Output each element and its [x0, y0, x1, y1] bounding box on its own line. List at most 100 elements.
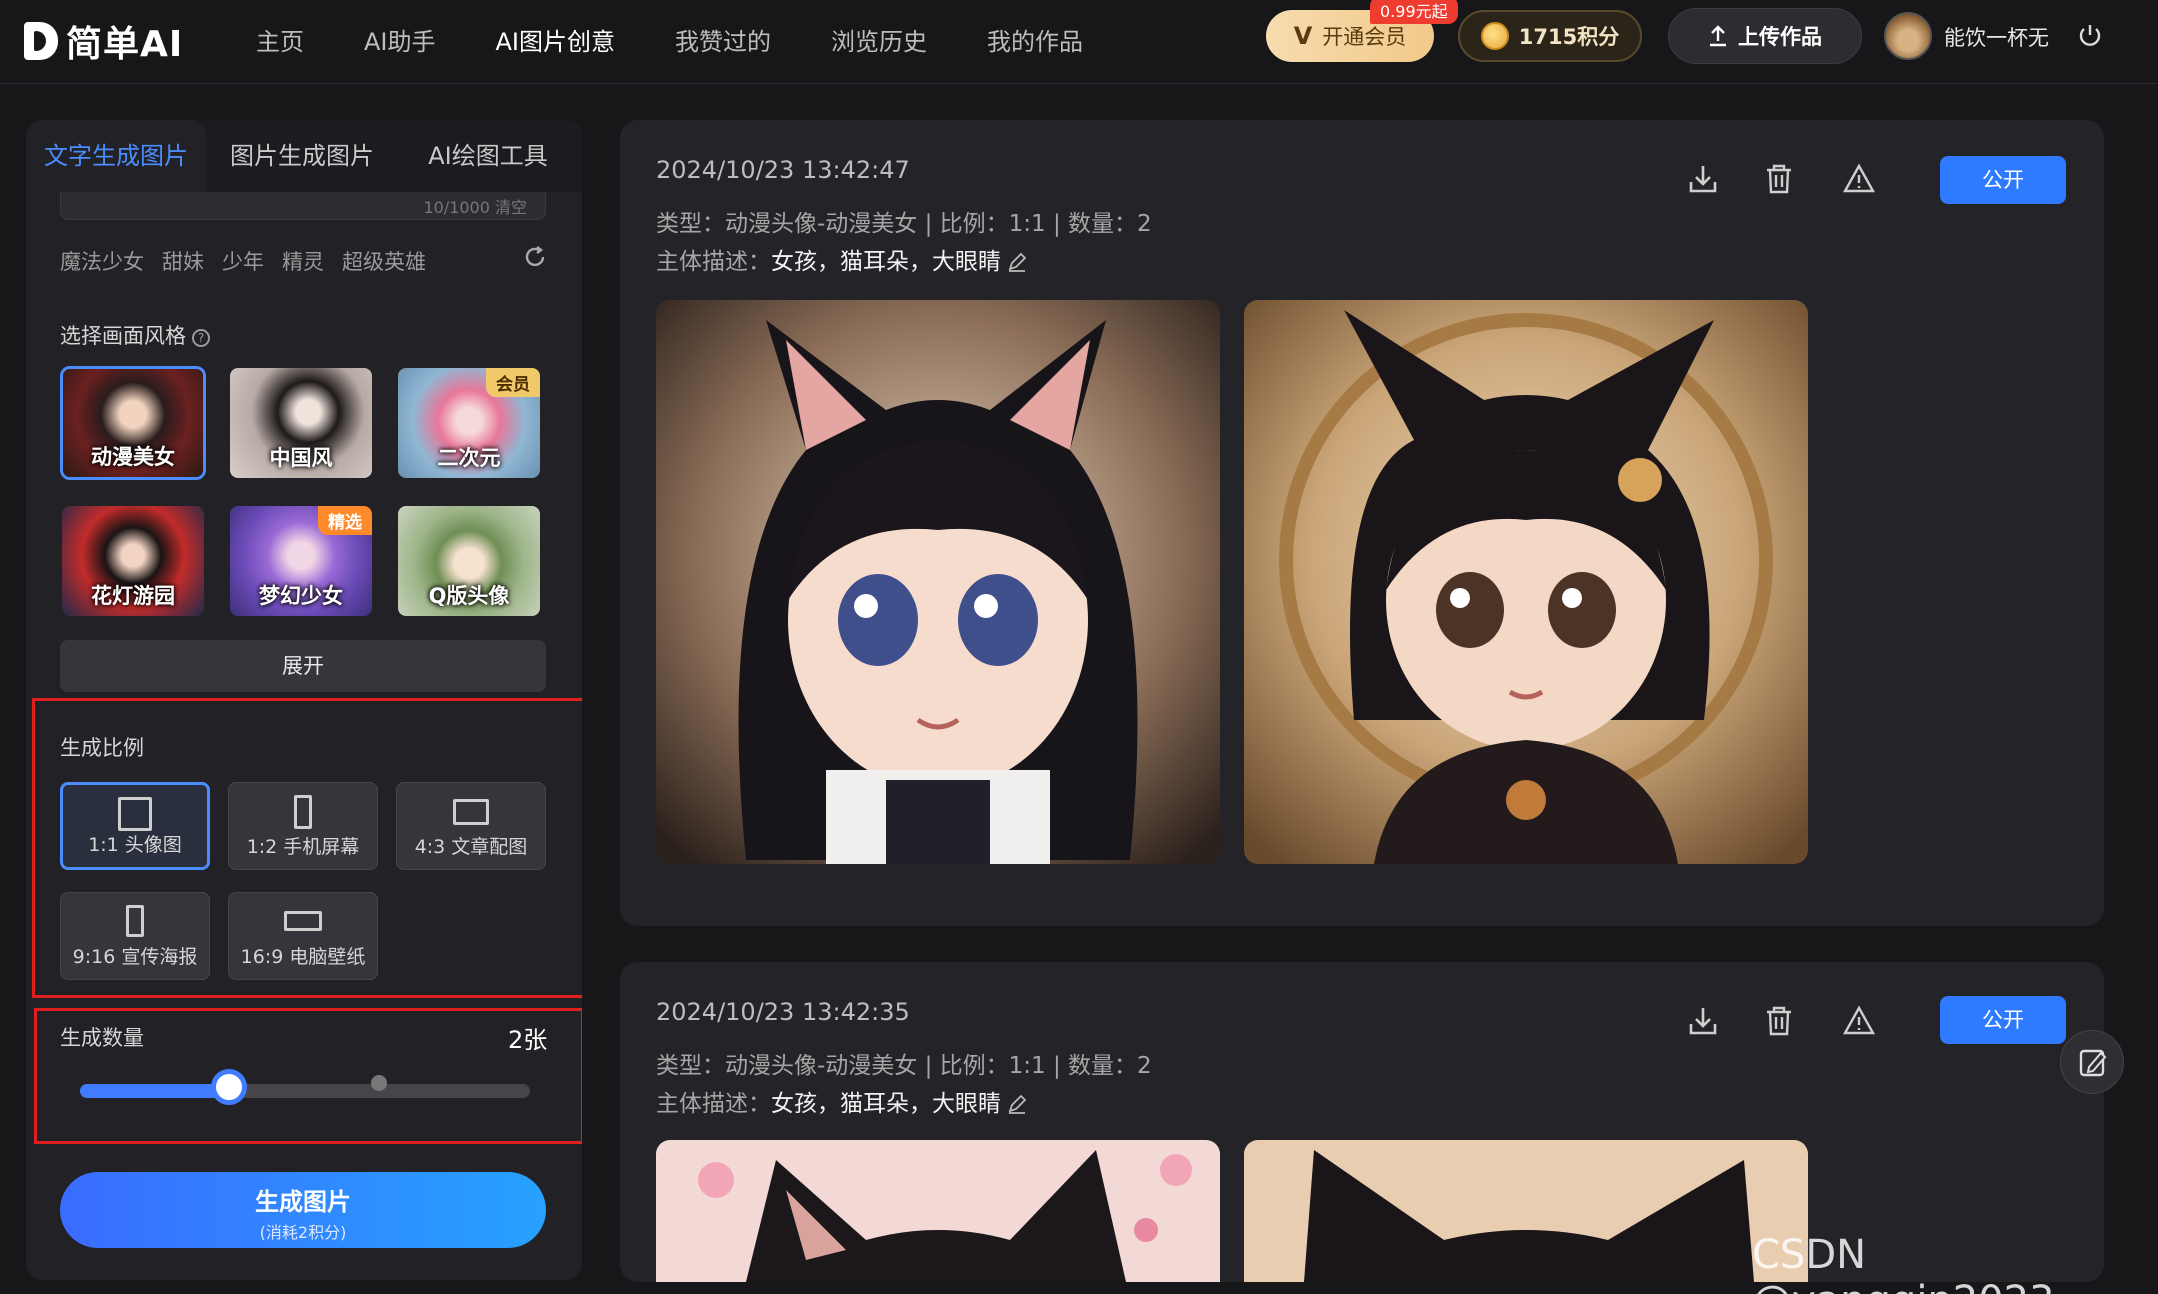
prompt-char-counter[interactable]: 10/1000 清空	[423, 194, 527, 218]
hot-tag[interactable]: 魔法少女	[60, 246, 144, 276]
ratio-option-16-9[interactable]: 16:9 电脑壁纸	[228, 892, 378, 980]
delete-trash-icon[interactable]	[1762, 162, 1796, 196]
description-text: 女孩，猫耳朵，大眼睛	[771, 249, 1001, 275]
generated-image[interactable]	[1244, 1140, 1808, 1282]
ratio-option-4-3[interactable]: 4:3 文章配图	[396, 782, 546, 870]
style-card-chibi-avatar[interactable]: Q版头像	[396, 504, 542, 618]
count-slider-thumb[interactable]	[210, 1069, 247, 1105]
result-meta: 类型：动漫头像-动漫美女 | 比例：1:1 | 数量：2	[656, 1053, 1152, 1079]
download-icon[interactable]	[1686, 162, 1720, 196]
style-label: 动漫美女	[91, 445, 175, 469]
upload-icon	[1710, 25, 1726, 47]
style-card-chinese[interactable]: 中国风	[228, 366, 374, 480]
ratio-label: 1:1 头像图	[88, 834, 182, 856]
vip-badge: 会员	[486, 368, 540, 397]
style-card-dreamy-girl[interactable]: 精选 梦幻少女	[228, 504, 374, 618]
description-text: 女孩，猫耳朵，大眼睛	[771, 1091, 1001, 1117]
count-value: 2张	[508, 1026, 548, 1054]
nav-item-home[interactable]: 主页	[226, 18, 334, 66]
report-warning-icon[interactable]	[1842, 162, 1876, 196]
hot-tag[interactable]: 精灵	[282, 246, 324, 276]
result-description: 主体描述：女孩，猫耳朵，大眼睛	[656, 242, 1027, 276]
portrait-ratio-icon	[294, 795, 312, 829]
hot-tag[interactable]: 少年	[222, 246, 264, 276]
top-navigation-bar: 简单AI 主页 AI助手 AI图片创意 我赞过的 浏览历史 我的作品 V 开通会…	[0, 0, 2158, 84]
points-button[interactable]: 1715积分	[1458, 10, 1642, 62]
style-label: 中国风	[269, 446, 333, 470]
username[interactable]: 能饮一杯无	[1944, 22, 2049, 52]
edit-pencil-icon[interactable]	[1007, 1094, 1027, 1114]
mode-tabs: 文字生成图片 图片生成图片 AI绘图工具	[26, 120, 582, 192]
vip-button-label: 开通会员	[1322, 25, 1407, 49]
ratio-label: 4:3 文章配图	[414, 836, 528, 858]
count-slider-track[interactable]	[80, 1084, 530, 1098]
points-label: 1715积分	[1518, 25, 1620, 49]
style-label: Q版头像	[428, 584, 510, 608]
generated-image[interactable]	[656, 300, 1220, 864]
nav-item-history[interactable]: 浏览历史	[801, 18, 957, 66]
upload-button[interactable]: 上传作品	[1668, 8, 1862, 64]
ratio-option-9-16[interactable]: 9:16 宣传海报	[60, 892, 210, 980]
description-label: 主体描述：	[656, 249, 771, 275]
hot-tag[interactable]: 超级英雄	[342, 246, 426, 276]
generated-image[interactable]	[1244, 300, 1808, 864]
tall-ratio-icon	[126, 905, 144, 937]
public-button[interactable]: 公开	[1940, 996, 2066, 1044]
ratio-label: 1:2 手机屏幕	[246, 836, 360, 858]
expand-styles-button[interactable]: 展开	[60, 640, 546, 692]
coin-icon	[1480, 22, 1509, 50]
style-section-title: 选择画面风格?	[60, 320, 210, 350]
generate-cost-label: (消耗2积分)	[259, 1223, 347, 1242]
logo-icon	[24, 22, 58, 60]
result-meta: 类型：动漫头像-动漫美女 | 比例：1:1 | 数量：2	[656, 211, 1152, 237]
public-button[interactable]: 公开	[1940, 156, 2066, 204]
nav-item-liked[interactable]: 我赞过的	[645, 18, 801, 66]
nav-item-ai-image[interactable]: AI图片创意	[466, 18, 646, 66]
style-title-text: 选择画面风格	[60, 324, 186, 348]
tab-ai-drawing-tools[interactable]: AI绘图工具	[398, 120, 578, 192]
ratio-option-1-2[interactable]: 1:2 手机屏幕	[228, 782, 378, 870]
generated-image-art	[656, 300, 1220, 864]
floating-edit-button[interactable]	[2060, 1030, 2124, 1094]
logout-power-icon[interactable]	[2076, 22, 2104, 50]
generated-image[interactable]	[656, 1140, 1220, 1282]
ratio-label: 9:16 宣传海报	[72, 946, 198, 968]
main-nav: 主页 AI助手 AI图片创意 我赞过的 浏览历史 我的作品	[226, 18, 1113, 66]
featured-badge: 精选	[318, 506, 372, 535]
ratio-label: 16:9 电脑壁纸	[240, 946, 366, 968]
ratio-section-title: 生成比例	[60, 736, 144, 760]
count-slider-step-dot	[371, 1075, 387, 1091]
prompt-input-bottom[interactable]: 10/1000 清空	[60, 192, 546, 220]
download-icon[interactable]	[1686, 1004, 1720, 1038]
nav-item-ai-assistant[interactable]: AI助手	[334, 18, 466, 66]
vip-price-tag: 0.99元起	[1370, 0, 1458, 24]
refresh-icon[interactable]	[522, 244, 548, 270]
hot-tag[interactable]: 甜妹	[162, 246, 204, 276]
result-description: 主体描述：女孩，猫耳朵，大眼睛	[656, 1084, 1027, 1118]
result-date: 2024/10/23 13:42:47	[656, 156, 910, 184]
generate-button-label: 生成图片	[255, 1188, 351, 1216]
ratio-option-1-1[interactable]: 1:1 头像图	[60, 782, 210, 870]
generated-image-art	[656, 1140, 1220, 1282]
style-card-anime-beauty[interactable]: 动漫美女	[60, 366, 206, 480]
generate-button[interactable]: 生成图片 (消耗2积分)	[60, 1172, 546, 1248]
style-card-2d[interactable]: 会员 二次元	[396, 366, 542, 480]
style-label: 梦幻少女	[259, 584, 343, 608]
brand-logo[interactable]: 简单AI	[24, 14, 183, 68]
nav-item-my-works[interactable]: 我的作品	[957, 18, 1113, 66]
landscape-ratio-icon	[453, 799, 489, 825]
report-warning-icon[interactable]	[1842, 1004, 1876, 1038]
delete-trash-icon[interactable]	[1762, 1004, 1796, 1038]
tab-image-to-image[interactable]: 图片生成图片	[212, 120, 392, 192]
edit-pencil-icon[interactable]	[1007, 252, 1027, 272]
result-card: 2024/10/23 13:42:47 类型：动漫头像-动漫美女 | 比例：1:…	[620, 120, 2104, 926]
style-label: 花灯游园	[91, 584, 175, 608]
note-edit-icon	[2079, 1049, 2107, 1077]
style-card-lantern-garden[interactable]: 花灯游园	[60, 504, 206, 618]
count-slider-fill	[80, 1084, 229, 1098]
help-icon[interactable]: ?	[192, 329, 210, 347]
tab-text-to-image[interactable]: 文字生成图片	[26, 120, 206, 192]
description-label: 主体描述：	[656, 1091, 771, 1117]
avatar[interactable]	[1884, 12, 1932, 60]
brand-name: 简单AI	[66, 24, 184, 65]
